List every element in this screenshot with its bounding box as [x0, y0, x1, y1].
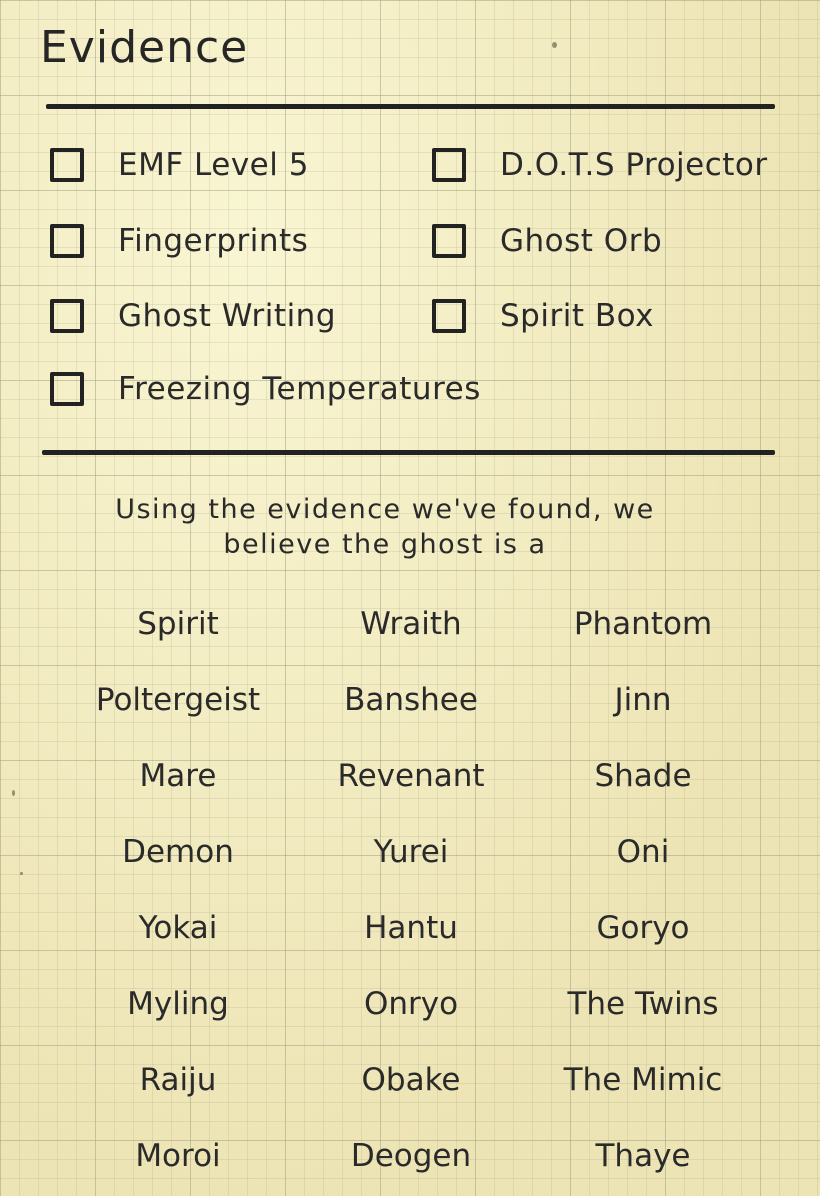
- ghost-option[interactable]: The Twins: [543, 986, 743, 1022]
- evidence-checkbox[interactable]: [432, 148, 466, 182]
- ghost-option[interactable]: Revenant: [311, 758, 511, 794]
- ghost-option[interactable]: Moroi: [78, 1138, 278, 1174]
- ghost-option[interactable]: Banshee: [311, 682, 511, 718]
- ghost-option[interactable]: Goryo: [543, 910, 743, 946]
- evidence-label: Ghost Writing: [118, 298, 337, 334]
- paper-speck: [12, 790, 15, 796]
- ghost-option[interactable]: Myling: [78, 986, 278, 1022]
- evidence-dots-projector[interactable]: D.O.T.S Projector: [432, 143, 768, 187]
- ghost-option[interactable]: Mare: [78, 758, 278, 794]
- ghost-option[interactable]: Spirit: [78, 606, 278, 642]
- paper-speck: [552, 42, 557, 48]
- evidence-checkbox[interactable]: [50, 224, 84, 258]
- prompt-line: Using the evidence we've found, we: [115, 494, 655, 525]
- paper-speck: [20, 872, 23, 875]
- evidence-spirit-box[interactable]: Spirit Box: [432, 294, 654, 338]
- evidence-emf-level-5[interactable]: EMF Level 5: [50, 143, 309, 187]
- ghost-option[interactable]: Wraith: [311, 606, 511, 642]
- ghost-option[interactable]: Obake: [311, 1062, 511, 1098]
- evidence-label: Fingerprints: [118, 223, 309, 259]
- ghost-guess-prompt: Using the evidence we've found, we belie…: [60, 492, 710, 562]
- evidence-checkbox[interactable]: [50, 372, 84, 406]
- ghost-option[interactable]: Poltergeist: [78, 682, 278, 718]
- bottom-divider: [42, 450, 775, 455]
- evidence-ghost-orb[interactable]: Ghost Orb: [432, 219, 662, 263]
- evidence-label: D.O.T.S Projector: [500, 147, 768, 183]
- evidence-heading: Evidence: [40, 22, 249, 73]
- evidence-journal-page: Evidence EMF Level 5 D.O.T.S Projector F…: [0, 0, 820, 1196]
- evidence-label: EMF Level 5: [118, 147, 309, 183]
- ghost-option[interactable]: Yurei: [311, 834, 511, 870]
- ghost-option[interactable]: Onryo: [311, 986, 511, 1022]
- evidence-checkbox[interactable]: [432, 224, 466, 258]
- ghost-option[interactable]: Deogen: [311, 1138, 511, 1174]
- ghost-option[interactable]: Phantom: [543, 606, 743, 642]
- evidence-label: Ghost Orb: [500, 223, 663, 259]
- ghost-option[interactable]: Shade: [543, 758, 743, 794]
- evidence-checkbox[interactable]: [432, 299, 466, 333]
- ghost-option[interactable]: Yokai: [78, 910, 278, 946]
- ghost-option[interactable]: Hantu: [311, 910, 511, 946]
- evidence-label: Spirit Box: [500, 298, 654, 334]
- evidence-checkbox[interactable]: [50, 148, 84, 182]
- ghost-option[interactable]: The Mimic: [543, 1062, 743, 1098]
- evidence-checkbox[interactable]: [50, 299, 84, 333]
- evidence-label: Freezing Temperatures: [118, 371, 481, 407]
- evidence-freezing-temperatures[interactable]: Freezing Temperatures: [50, 367, 481, 411]
- ghost-option[interactable]: Oni: [543, 834, 743, 870]
- ghost-option[interactable]: Raiju: [78, 1062, 278, 1098]
- ghost-option[interactable]: Thaye: [543, 1138, 743, 1174]
- top-divider: [46, 104, 775, 109]
- prompt-line: believe the ghost is a: [223, 529, 547, 560]
- ghost-option[interactable]: Jinn: [543, 682, 743, 718]
- ghost-option[interactable]: Demon: [78, 834, 278, 870]
- evidence-ghost-writing[interactable]: Ghost Writing: [50, 294, 336, 338]
- evidence-fingerprints[interactable]: Fingerprints: [50, 219, 308, 263]
